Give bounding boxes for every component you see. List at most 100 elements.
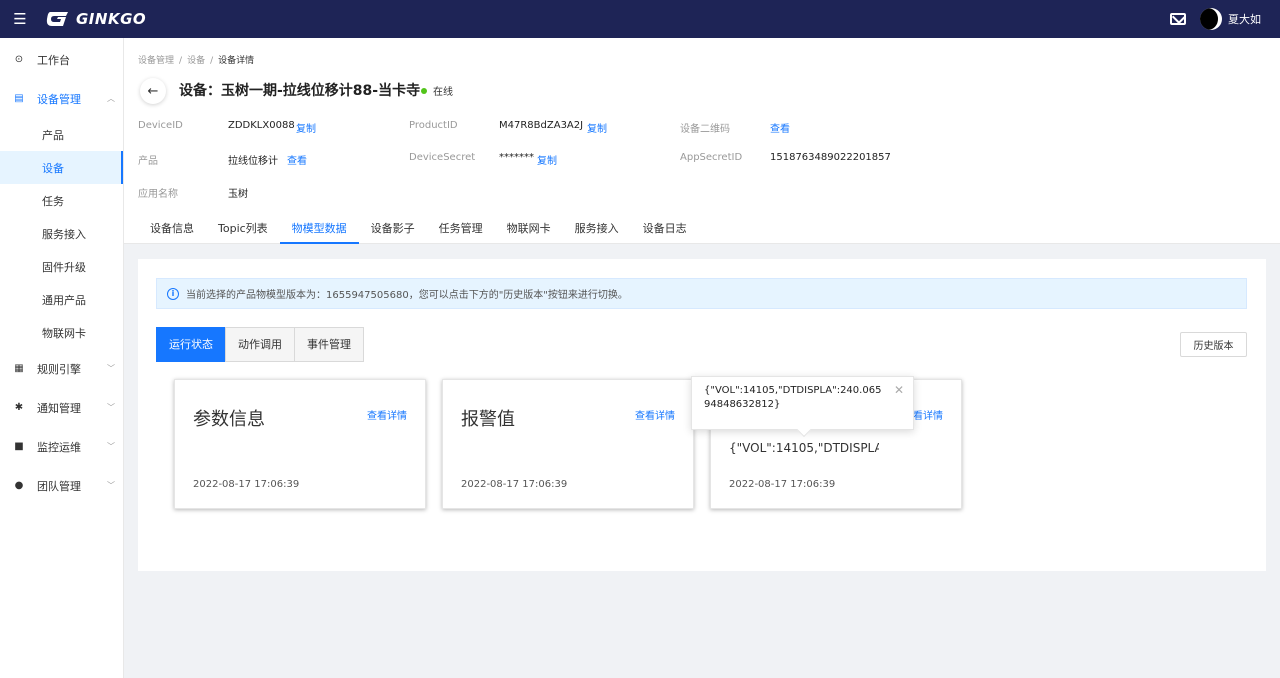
sidebar-item-label: 规则引擎 <box>37 362 81 376</box>
tab-iot-card[interactable]: 物联网卡 <box>495 213 563 244</box>
sidebar-subitem-task[interactable]: 任务 <box>0 184 123 217</box>
sidebar-item-label: 工作台 <box>37 53 70 67</box>
view-details-link[interactable]: 看详情 <box>913 407 943 422</box>
device-header: 设备管理 / 设备 / 设备详情 ← 设备：玉树一期-拉线位移计88-当卡寺 在线 De… <box>124 38 1280 244</box>
tab-thing-model-data[interactable]: 物模型数据 <box>279 213 359 244</box>
sidebar-subitem-generic-product[interactable]: 通用产品 <box>0 283 123 316</box>
tab-topic-list[interactable]: Topic列表 <box>206 213 280 244</box>
sidebar-item-team[interactable]: ● 团队管理 ﹀ <box>0 466 123 505</box>
logo[interactable]: GINKGO <box>46 10 146 28</box>
sidebar-subitem-product[interactable]: 产品 <box>0 118 123 151</box>
sidebar-item-device-management[interactable]: ▤ 设备管理 ︿ <box>0 79 123 118</box>
app-secret-value: 1518763489022201857 <box>770 152 891 163</box>
breadcrumb-device-management[interactable]: 设备管理 <box>138 56 174 66</box>
app-name-value: 玉树 <box>228 189 248 200</box>
sidebar-item-monitor[interactable]: ■ 监控运维 ﹀ <box>0 427 123 466</box>
close-icon[interactable]: ✕ <box>894 383 904 397</box>
tab-device-shadow[interactable]: 设备影子 <box>359 213 427 244</box>
thing-model-panel: i 当前选择的产品物模型版本为：1655947505680，您可以点击下方的"历… <box>138 259 1266 571</box>
view-details-link[interactable]: 查看详情 <box>367 407 407 422</box>
property-card: 报警值 查看详情 2022-08-17 17:06:39 <box>442 379 694 509</box>
online-dot-icon <box>421 87 427 94</box>
top-bar: ☰ GINKGO 夏大如 <box>0 0 1280 38</box>
sidebar-subitem-iot-card[interactable]: 物联网卡 <box>0 316 123 349</box>
info-icon: i <box>167 287 179 300</box>
card-timestamp: 2022-08-17 17:06:39 <box>193 479 300 490</box>
card-title: 报警值 <box>461 409 515 430</box>
status-badge: 在线 <box>421 83 453 98</box>
property-card: 参数信息 查看详情 2022-08-17 17:06:39 <box>174 379 426 509</box>
monitor-icon: ■ <box>14 441 24 452</box>
tab-task-management[interactable]: 任务管理 <box>427 213 495 244</box>
sidebar-item-label: 设备管理 <box>37 92 81 106</box>
view-product-link[interactable]: 查看 <box>287 152 307 167</box>
device-icon: ▤ <box>14 93 24 104</box>
view-qrcode-link[interactable]: 查看 <box>770 120 790 135</box>
sidebar-subitem-service-access[interactable]: 服务接入 <box>0 217 123 250</box>
subtab-event-management[interactable]: 事件管理 <box>294 327 364 362</box>
device-secret-label: DeviceSecret <box>409 152 476 163</box>
view-details-link[interactable]: 查看详情 <box>635 407 675 422</box>
back-button[interactable]: ← <box>140 78 166 104</box>
tab-service-access[interactable]: 服务接入 <box>563 213 631 244</box>
chevron-down-icon: ﹀ <box>107 481 115 490</box>
sidebar-item-rule-engine[interactable]: ▦ 规则引擎 ﹀ <box>0 349 123 388</box>
popover-text: {"VOL":14105,"DTDISPLA":240.065948486328… <box>704 385 882 410</box>
subtab-action-call[interactable]: 动作调用 <box>225 327 295 362</box>
product-label: 产品 <box>138 156 158 167</box>
card-value[interactable]: {"VOL":14105,"DTDISPLA":2... <box>729 441 879 455</box>
value-popover: {"VOL":14105,"DTDISPLA":240.065948486328… <box>691 376 914 438</box>
avatar[interactable] <box>1200 8 1222 30</box>
app-name-label: 应用名称 <box>138 189 178 200</box>
sidebar-subitem-device[interactable]: 设备 <box>0 151 123 184</box>
card-title: 参数信息 <box>193 409 265 430</box>
app-secret-label: AppSecretID <box>680 152 743 163</box>
notification-icon: ✱ <box>14 402 24 413</box>
version-alert: i 当前选择的产品物模型版本为：1655947505680，您可以点击下方的"历… <box>156 278 1247 309</box>
sidebar-item-label: 监控运维 <box>37 440 81 454</box>
logo-text: GINKGO <box>76 10 147 28</box>
device-secret-value: ******* <box>499 152 534 163</box>
history-version-button[interactable]: 历史版本 <box>1180 332 1247 357</box>
sidebar-item-label: 团队管理 <box>37 479 81 493</box>
product-id-value: M47R8BdZA3A2J <box>499 120 584 131</box>
breadcrumb: 设备管理 / 设备 / 设备详情 <box>138 56 255 66</box>
copy-device-id-button[interactable]: 复制 <box>296 120 316 135</box>
card-timestamp: 2022-08-17 17:06:39 <box>729 479 836 490</box>
subtab-running-status[interactable]: 运行状态 <box>156 327 226 362</box>
chevron-down-icon: ﹀ <box>107 403 115 412</box>
subtabs: 运行状态 动作调用 事件管理 <box>156 327 364 362</box>
team-icon: ● <box>14 480 24 491</box>
copy-secret-button[interactable]: 复制 <box>537 152 557 167</box>
breadcrumb-current: 设备详情 <box>218 56 255 66</box>
username[interactable]: 夏大如 <box>1228 11 1261 27</box>
sidebar-subitem-firmware[interactable]: 固件升级 <box>0 250 123 283</box>
product-id-label: ProductID <box>409 120 458 131</box>
chevron-down-icon: ﹀ <box>107 442 115 451</box>
menu-toggle-icon[interactable]: ☰ <box>0 0 40 38</box>
alert-text: 当前选择的产品物模型版本为：1655947505680，您可以点击下方的"历史版… <box>186 290 628 301</box>
dashboard-icon: ⊙ <box>14 54 24 65</box>
tab-device-info[interactable]: 设备信息 <box>138 213 206 244</box>
product-value: 拉线位移计 <box>228 156 278 167</box>
chevron-up-icon: ︿ <box>107 94 115 103</box>
detail-tabs: 设备信息 Topic列表 物模型数据 设备影子 任务管理 物联网卡 服务接入 设… <box>138 213 699 244</box>
mail-icon[interactable] <box>1170 13 1186 25</box>
tab-device-log[interactable]: 设备日志 <box>631 213 699 244</box>
status-text: 在线 <box>433 87 453 98</box>
ginkgo-logo-icon <box>46 12 68 26</box>
rule-icon: ▦ <box>14 363 24 374</box>
device-id-value: ZDDKLX0088 <box>228 120 295 131</box>
breadcrumb-device[interactable]: 设备 <box>187 56 205 66</box>
sidebar: ⊙ 工作台 ▤ 设备管理 ︿ 产品 设备 任务 服务接入 固件升级 通用产品 物… <box>0 38 124 678</box>
sidebar-item-notification[interactable]: ✱ 通知管理 ﹀ <box>0 388 123 427</box>
copy-product-id-button[interactable]: 复制 <box>587 120 607 135</box>
device-id-label: DeviceID <box>138 120 183 131</box>
card-timestamp: 2022-08-17 17:06:39 <box>461 479 568 490</box>
qrcode-label: 设备二维码 <box>680 124 730 135</box>
sidebar-item-dashboard[interactable]: ⊙ 工作台 <box>0 40 123 79</box>
arrow-left-icon: ← <box>147 83 159 99</box>
chevron-down-icon: ﹀ <box>107 364 115 373</box>
page-title: 设备：玉树一期-拉线位移计88-当卡寺 <box>179 83 421 99</box>
sidebar-item-label: 通知管理 <box>37 401 81 415</box>
